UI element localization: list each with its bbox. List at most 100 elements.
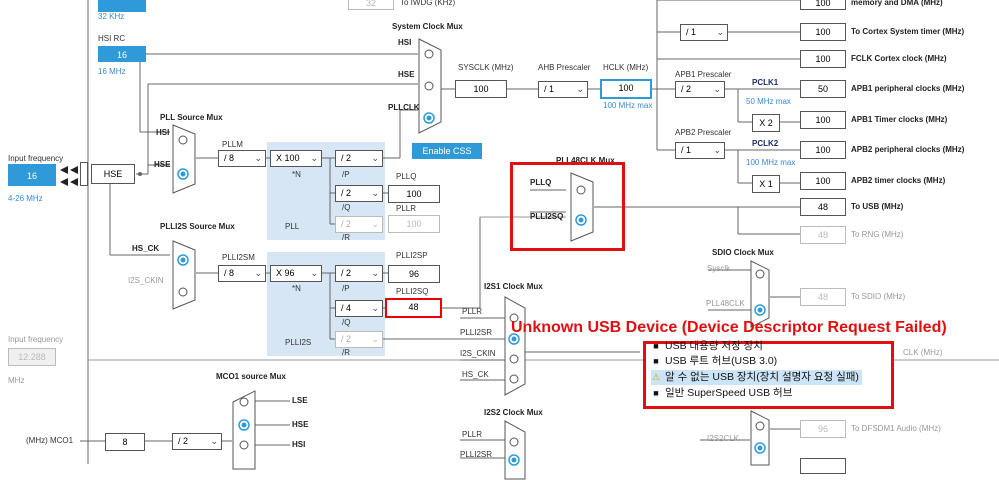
mco1-divider-select[interactable]: / 2 ⌄ [172, 433, 222, 450]
input-frequency-2-label: Input frequency [8, 335, 64, 344]
sdio-label: To SDIO (MHz) [851, 292, 906, 301]
sdio-in-pll48clk: PLL48CLK [706, 299, 745, 308]
chevron-down-icon: ⌄ [576, 84, 584, 94]
mco1-in-hse: HSE [292, 420, 309, 429]
pll-source-mux-title: PLL Source Mux [160, 113, 223, 122]
iwdg-label: To IWDG (KHz) [400, 0, 456, 7]
sysclk-in-hse: HSE [398, 70, 415, 79]
apb1-max: 50 MHz max [746, 97, 791, 106]
i2s2-clock-mux[interactable] [504, 420, 526, 480]
fclk-label: FCLK Cortex clock (MHz) [851, 54, 947, 63]
chevron-down-icon: ⌄ [371, 153, 379, 163]
usb-label: To USB (MHz) [851, 202, 904, 211]
pllp-select[interactable]: / 2 ⌄ [335, 150, 383, 167]
input-frequency-value[interactable]: 16 [8, 164, 56, 186]
ahb-prescaler-select[interactable]: / 1 ⌄ [538, 81, 588, 98]
plli2sr-select[interactable]: / 2 ⌄ [335, 331, 383, 348]
input-frequency-label: Input frequency [8, 154, 64, 163]
plli2sp-label: /P [342, 284, 350, 293]
mco1-in-lse: LSE [292, 396, 308, 405]
usb-plug-icon: ■ [653, 341, 659, 351]
sysclk-in-hsi: HSI [398, 38, 412, 47]
apb2-prescaler-label: APB2 Prescaler [675, 128, 732, 137]
chevron-down-icon: ⌄ [371, 334, 379, 344]
lse-block [98, 0, 146, 12]
fclk-output: 100 [800, 50, 846, 68]
dfsdm-output: 96 [800, 420, 846, 438]
device-item-mass-storage[interactable]: ■ USB 대용량 저장 장치 [651, 339, 763, 354]
chevron-down-icon: ⌄ [713, 145, 721, 155]
plli2sp-out-label: PLLI2SP [396, 251, 428, 260]
cortex-timer-divider-select[interactable]: / 1 ⌄ [680, 24, 728, 41]
input-frequency-2-unit: MHz [8, 376, 25, 385]
i2s-clk-label: CLK (MHz) [903, 348, 943, 357]
clock-configuration-canvas: 32 KHz 32 To IWDG (KHz) HSI RC 16 16 MHz… [0, 0, 999, 480]
chevron-down-icon: ⌄ [371, 303, 379, 313]
i2s1-in-hsck: HS_CK [462, 370, 489, 379]
hclk-input[interactable]: 100 [600, 79, 652, 99]
apb1-timer-output: 100 [800, 111, 846, 129]
i2s2-in-plli2sr: PLLI2SR [460, 450, 493, 459]
device-manager-popup: ■ USB 대용량 저장 장치 ■ USB 루트 허브(USB 3.0) ⚠ 알 수 … [643, 339, 894, 409]
plli2sn-select[interactable]: X 96 ⌄ [270, 265, 322, 282]
hse-block[interactable]: HSE [91, 164, 135, 184]
i2s2clk-label: I2S2CLK [707, 434, 740, 443]
mco1-label: (MHz) MCO1 [26, 436, 74, 445]
system-clock-mux[interactable] [418, 38, 442, 134]
usb-output: 48 [800, 198, 846, 216]
device-item-superspeed-hub[interactable]: ■ 일반 SuperSpeed USB 허브 [651, 386, 792, 401]
plli2sr-label: /R [342, 348, 350, 357]
pllq-select[interactable]: / 2 ⌄ [335, 185, 383, 202]
rng-label: To RNG (MHz) [851, 230, 904, 239]
i2s2-clock-mux-title: I2S2 Clock Mux [484, 408, 543, 417]
apb1-prescaler-select[interactable]: / 2 ⌄ [675, 81, 725, 98]
hse-connector [80, 162, 88, 186]
pllm-label: PLLM [222, 140, 243, 149]
usb-plug-icon: ■ [653, 388, 659, 398]
i2s1-clock-mux[interactable] [504, 296, 526, 396]
pllq-output: 100 [388, 185, 440, 203]
pll-name: PLL [285, 222, 300, 231]
apb2-timer-output: 100 [800, 172, 846, 190]
i2s2-in-pllr: PLLR [462, 430, 483, 439]
memdma-label: memory and DMA (MHz) [851, 0, 943, 7]
plli2sq-select[interactable]: / 4 ⌄ [335, 300, 383, 317]
chevron-down-icon: ⌄ [310, 268, 318, 278]
chevron-down-icon: ⌄ [371, 188, 379, 198]
lse-freq: 32 KHz [98, 12, 125, 21]
device-item-unknown-usb[interactable]: ⚠ 알 수 없는 USB 장치(장치 설명자 요청 실패) [651, 370, 862, 385]
system-clock-mux-title: System Clock Mux [392, 22, 463, 31]
enable-css-button[interactable]: Enable CSS [412, 143, 482, 159]
chevron-down-icon: ⌄ [371, 219, 379, 229]
apb2-prescaler-select[interactable]: / 1 ⌄ [675, 142, 725, 159]
plli2sq-output: 48 [385, 298, 442, 318]
pllq-out-label: PLLQ [396, 172, 417, 181]
pllr-select[interactable]: / 2 ⌄ [335, 216, 383, 233]
dfsdm-clock-mux[interactable] [750, 410, 770, 466]
plli2s-source-mux-title: PLLI2S Source Mux [160, 222, 235, 231]
apb1-peripheral-output: 50 [800, 80, 846, 98]
sysclk-label: SYSCLK (MHz) [458, 63, 514, 72]
plln-select[interactable]: X 100 ⌄ [270, 150, 322, 167]
input-frequency-2-value[interactable]: 12.288 [8, 348, 56, 366]
i2s1-clock-mux-title: I2S1 Clock Mux [484, 282, 543, 291]
sdio-clock-mux[interactable] [750, 260, 770, 328]
memdma-output: 100 [800, 0, 846, 10]
plli2sp-select[interactable]: / 2 ⌄ [335, 265, 383, 282]
pllm-select[interactable]: / 8 ⌄ [218, 150, 266, 167]
chevron-down-icon: ⌄ [371, 268, 379, 278]
pclk1-label: PCLK1 [752, 78, 779, 87]
device-item-root-hub[interactable]: ■ USB 루트 허브(USB 3.0) [651, 354, 777, 369]
i2s1-in-plli2sr: PLLI2SR [460, 328, 493, 337]
mco1-source-mux[interactable] [232, 390, 256, 470]
apb2-peripheral-label: APB2 peripheral clocks (MHz) [851, 145, 965, 154]
plli2sm-select[interactable]: / 8 ⌄ [218, 265, 266, 282]
chevron-down-icon: ⌄ [310, 153, 318, 163]
iwdg-value: 32 [348, 0, 394, 10]
apb1-timer-label: APB1 Timer clocks (MHz) [851, 115, 948, 124]
chevron-down-icon: ⌄ [210, 436, 218, 446]
usb-plug-icon: ■ [653, 356, 659, 366]
pll-source-mux[interactable] [172, 124, 196, 194]
bottom-output [800, 458, 846, 474]
plli2s-source-mux[interactable] [172, 240, 196, 310]
